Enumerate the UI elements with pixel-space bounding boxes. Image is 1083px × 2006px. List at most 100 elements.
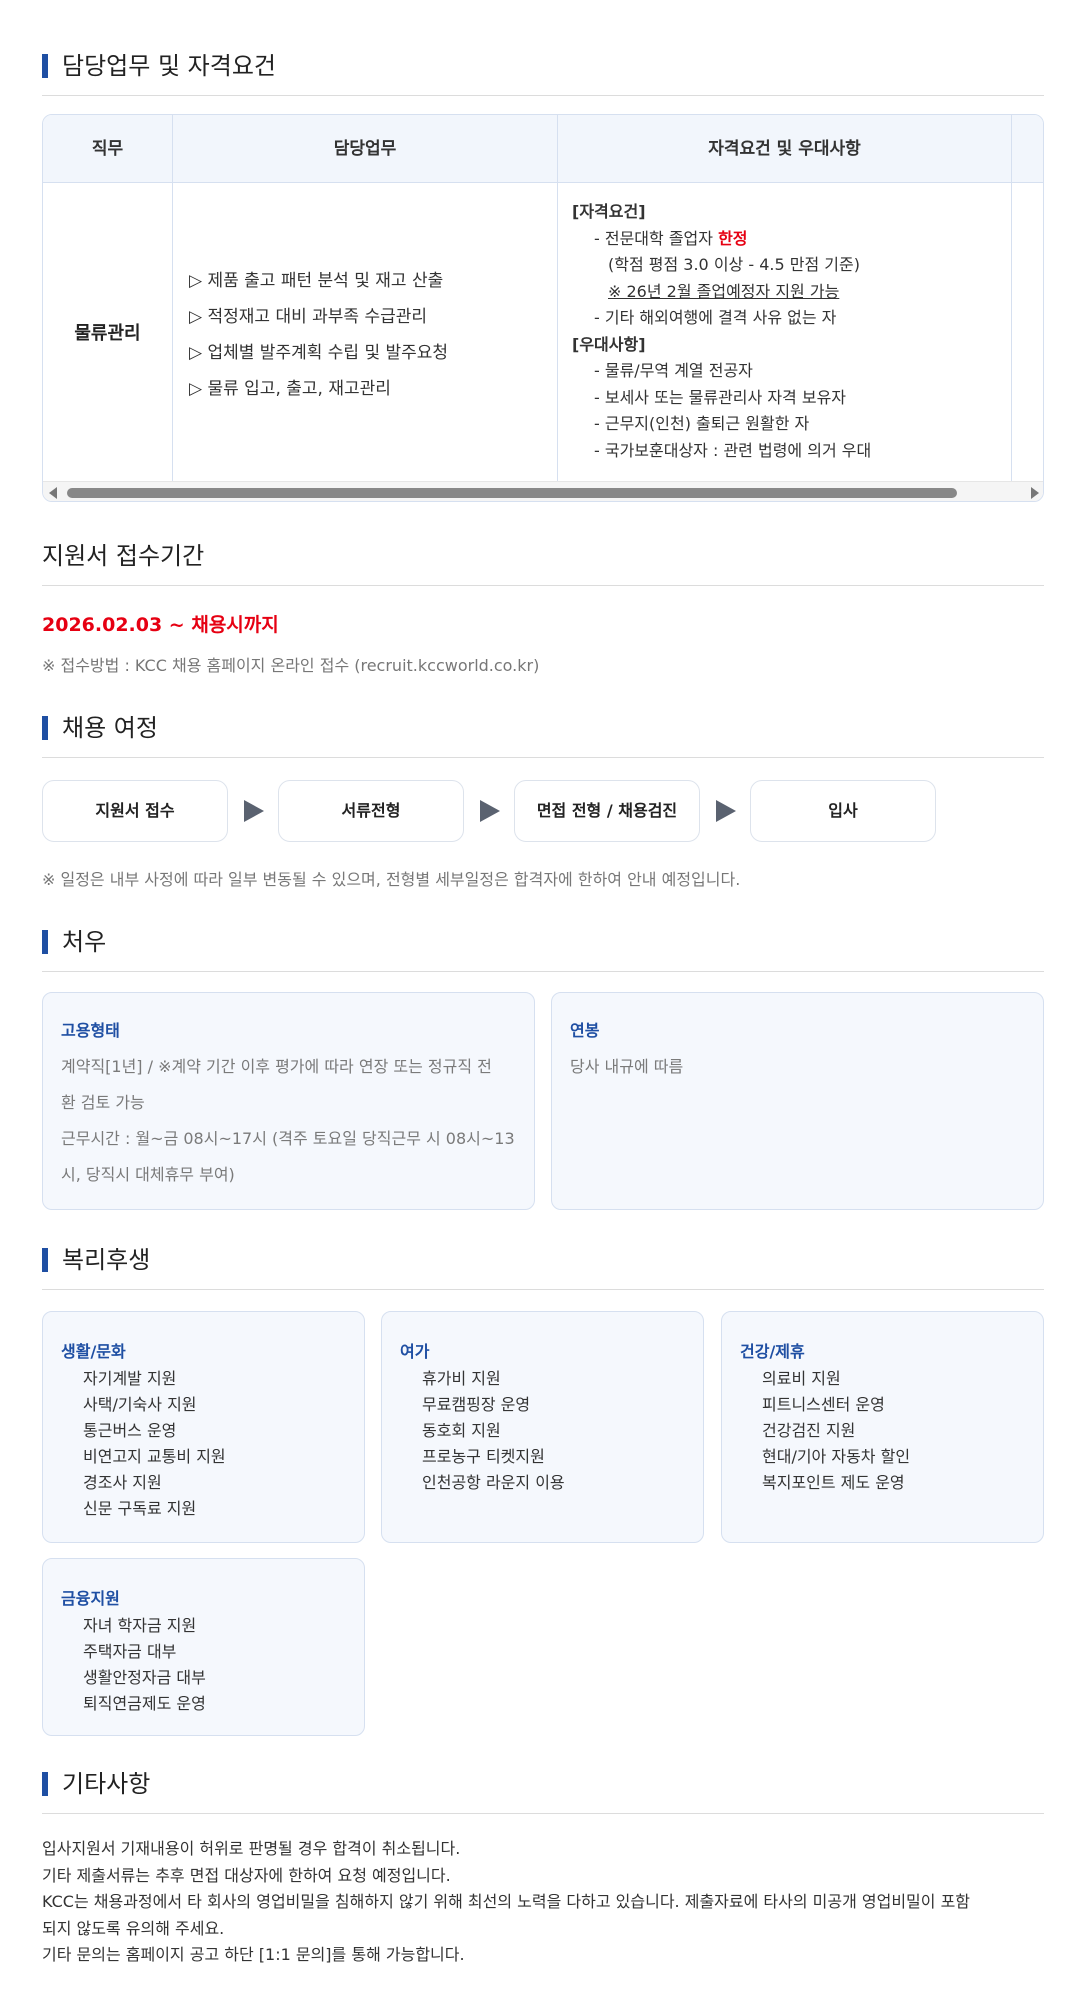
etc-line: 기타 제출서류는 추후 면접 대상자에 한하여 요청 예정입니다.: [42, 1865, 451, 1885]
welfare-card-finance: 금융지원 자녀 학자금 지원 주택자금 대부 생활안정자금 대부 퇴직연금제도 …: [42, 1558, 365, 1736]
welfare-card-title: 생활/문화: [61, 1342, 126, 1361]
table-row: 물류관리 ▷ 제품 출고 패턴 분석 및 재고 산출 ▷ 적정재고 대비 과부족…: [43, 183, 1043, 481]
duty-item: ▷ 적정재고 대비 과부족 수급관리: [189, 307, 428, 327]
title-bar-marker: [42, 716, 48, 740]
benefit-item: 프로농구 티켓지원: [422, 1447, 545, 1466]
step-arrow-icon: [480, 800, 500, 822]
qual-line: ※ 26년 2월 졸업예정자 지원 가능: [608, 281, 840, 301]
employment-title: 고용형태: [61, 1021, 120, 1040]
step-arrow-icon: [716, 800, 736, 822]
salary-card: 연봉 당사 내규에 따름: [551, 992, 1044, 1210]
employment-text: 계약직[1년] / ※계약 기간 이후 평가에 따라 연장 또는 정규직 전 환…: [61, 1049, 516, 1193]
employment-line: 시, 당직시 대체휴무 부여): [61, 1165, 235, 1184]
horizontal-scrollbar[interactable]: [43, 481, 1043, 501]
benefit-item: 통근버스 운영: [83, 1421, 177, 1440]
duty-list: ▷ 제품 출고 패턴 분석 및 재고 산출 ▷ 적정재고 대비 과부족 수급관리…: [173, 183, 557, 407]
benefit-item: 건강검진 지원: [762, 1421, 856, 1440]
employment-line: 환 검토 가능: [61, 1093, 145, 1112]
salary-title: 연봉: [570, 1021, 600, 1040]
qual-1-red: 한정: [718, 228, 748, 248]
process-title-text: 채용 여정: [62, 714, 158, 742]
pref-item: - 근무지(인천) 출퇴근 원활한 자: [594, 414, 810, 433]
process-note: ※ 일정은 내부 사정에 따라 일부 변동될 수 있으며, 전형별 세부일정은 …: [42, 870, 741, 889]
period-section-title: 지원서 접수기간: [42, 534, 1044, 586]
step-label: 지원서 접수: [95, 801, 175, 820]
etc-line: 입사지원서 기재내용이 허위로 판명될 경우 합격이 취소됩니다.: [42, 1839, 461, 1858]
benefit-list: 휴가비 지원 무료캠핑장 운영 동호회 지원 프로농구 티켓지원 인천공항 라운…: [400, 1366, 685, 1496]
employment-card: 고용형태 계약직[1년] / ※계약 기간 이후 평가에 따라 연장 또는 정규…: [42, 992, 535, 1210]
process-step-apply: 지원서 접수: [42, 780, 228, 842]
cell-job: 물류관리: [43, 183, 173, 481]
title-bar-marker: [42, 930, 48, 954]
duty-item: ▷ 업체별 발주계획 수립 및 발주요청: [189, 343, 449, 363]
benefit-item: 경조사 지원: [83, 1473, 162, 1492]
title-bar-marker: [42, 1248, 48, 1272]
employment-line: 근무시간 : 월~금 08시~17시 (격주 토요일 당직근무 시 08시~13: [61, 1129, 515, 1148]
header-qualification: 자격요건 및 우대사항: [558, 115, 1012, 183]
qual-line: - 기타 해외여행에 결격 사유 없는 자: [594, 308, 837, 327]
step-label: 입사: [828, 801, 858, 820]
benefit-item: 의료비 지원: [762, 1369, 841, 1388]
pref-item: - 물류/무역 계열 전공자: [594, 361, 753, 380]
benefit-item: 퇴직연금제도 운영: [83, 1694, 206, 1713]
welfare-card-title: 여가: [400, 1342, 430, 1361]
treatment-title-text: 처우: [62, 928, 107, 956]
welfare-section-title: 복리후생: [42, 1238, 1044, 1290]
benefit-item: 인천공항 라운지 이용: [422, 1473, 565, 1492]
welfare-card-health: 건강/제휴 의료비 지원 피트니스센터 운영 건강검진 지원 현대/기아 자동차…: [721, 1311, 1044, 1543]
benefit-list: 의료비 지원 피트니스센터 운영 건강검진 지원 현대/기아 자동차 할인 복지…: [740, 1366, 1025, 1496]
duty-item: ▷ 물류 입고, 출고, 재고관리: [189, 379, 391, 399]
step-label: 면접 전형 / 채용검진: [536, 801, 678, 820]
title-bar-marker: [42, 1772, 48, 1796]
benefit-item: 사택/기숙사 지원: [83, 1395, 197, 1414]
duties-title-text: 담당업무 및 자격요건: [62, 52, 276, 80]
qual-line: (학점 평점 3.0 이상 - 4.5 만점 기준): [608, 255, 860, 274]
period-date: 2026.02.03 ~ 채용시까지: [42, 614, 279, 636]
qualification-content: [자격요건] - 전문대학 졸업자 한정 (학점 평점 3.0 이상 - 4.5…: [558, 183, 1011, 464]
step-label: 서류전형: [341, 801, 401, 820]
etc-content: 입사지원서 기재내용이 허위로 판명될 경우 합격이 취소됩니다. 기타 제출서…: [42, 1836, 1044, 1969]
benefit-list: 자녀 학자금 지원 주택자금 대부 생활안정자금 대부 퇴직연금제도 운영: [61, 1613, 346, 1717]
scroll-right-arrow-icon[interactable]: [1031, 487, 1039, 499]
etc-title-text: 기타사항: [62, 1770, 151, 1798]
welfare-title-text: 복리후생: [62, 1246, 151, 1274]
benefit-item: 휴가비 지원: [422, 1369, 501, 1388]
employment-line: 계약직[1년] / ※계약 기간 이후 평가에 따라 연장 또는 정규직 전: [61, 1057, 492, 1076]
job-name: 물류관리: [74, 323, 141, 344]
process-section-title: 채용 여정: [42, 706, 1044, 758]
duty-item: ▷ 제품 출고 패턴 분석 및 재고 산출: [189, 271, 444, 291]
header-job: 직무: [43, 115, 173, 183]
qual-1-prefix: - 전문대학 졸업자: [594, 228, 719, 248]
benefit-item: 생활안정자금 대부: [83, 1668, 206, 1687]
process-step-documents: 서류전형: [278, 780, 464, 842]
benefit-item: 자녀 학자금 지원: [83, 1616, 197, 1635]
benefit-item: 신문 구독료 지원: [83, 1499, 197, 1518]
etc-line: KCC는 채용과정에서 타 회사의 영업비밀을 침해하지 않기 위해 최선의 노…: [42, 1892, 971, 1911]
treatment-section-title: 처우: [42, 920, 1044, 972]
period-title-text: 지원서 접수기간: [42, 542, 205, 570]
process-step-interview: 면접 전형 / 채용검진: [514, 780, 700, 842]
benefit-item: 자기계발 지원: [83, 1369, 177, 1388]
benefit-item: 무료캠핑장 운영: [422, 1395, 531, 1414]
pref-header: [우대사항]: [572, 334, 646, 354]
welfare-card-life: 생활/문화 자기계발 지원 사택/기숙사 지원 통근버스 운영 비연고지 교통비…: [42, 1311, 365, 1543]
welfare-card-title: 금융지원: [61, 1589, 120, 1608]
benefit-item: 현대/기아 자동차 할인: [762, 1447, 911, 1466]
cell-qualification: [자격요건] - 전문대학 졸업자 한정 (학점 평점 3.0 이상 - 4.5…: [558, 183, 1012, 481]
etc-section-title: 기타사항: [42, 1762, 1044, 1814]
qual-header: [자격요건]: [572, 202, 646, 221]
step-arrow-icon: [244, 800, 264, 822]
benefit-item: 복지포인트 제도 운영: [762, 1473, 905, 1492]
benefit-item: 피트니스센터 운영: [762, 1395, 885, 1414]
apply-method-note: ※ 접수방법 : KCC 채용 홈페이지 온라인 접수 (recruit.kcc…: [42, 656, 540, 675]
etc-line: 기타 문의는 홈페이지 공고 하단 [1:1 문의]를 통해 가능합니다.: [42, 1945, 465, 1964]
cell-duty: ▷ 제품 출고 패턴 분석 및 재고 산출 ▷ 적정재고 대비 과부족 수급관리…: [173, 183, 558, 481]
benefit-list: 자기계발 지원 사택/기숙사 지원 통근버스 운영 비연고지 교통비 지원 경조…: [61, 1366, 346, 1522]
header-duty: 담당업무: [173, 115, 558, 183]
salary-text: 당사 내규에 따름: [570, 1057, 684, 1076]
process-step-join: 입사: [750, 780, 936, 842]
scrollbar-thumb[interactable]: [67, 488, 957, 498]
scroll-left-arrow-icon[interactable]: [49, 487, 57, 499]
benefit-item: 비연고지 교통비 지원: [83, 1447, 226, 1466]
title-bar-marker: [42, 54, 48, 78]
